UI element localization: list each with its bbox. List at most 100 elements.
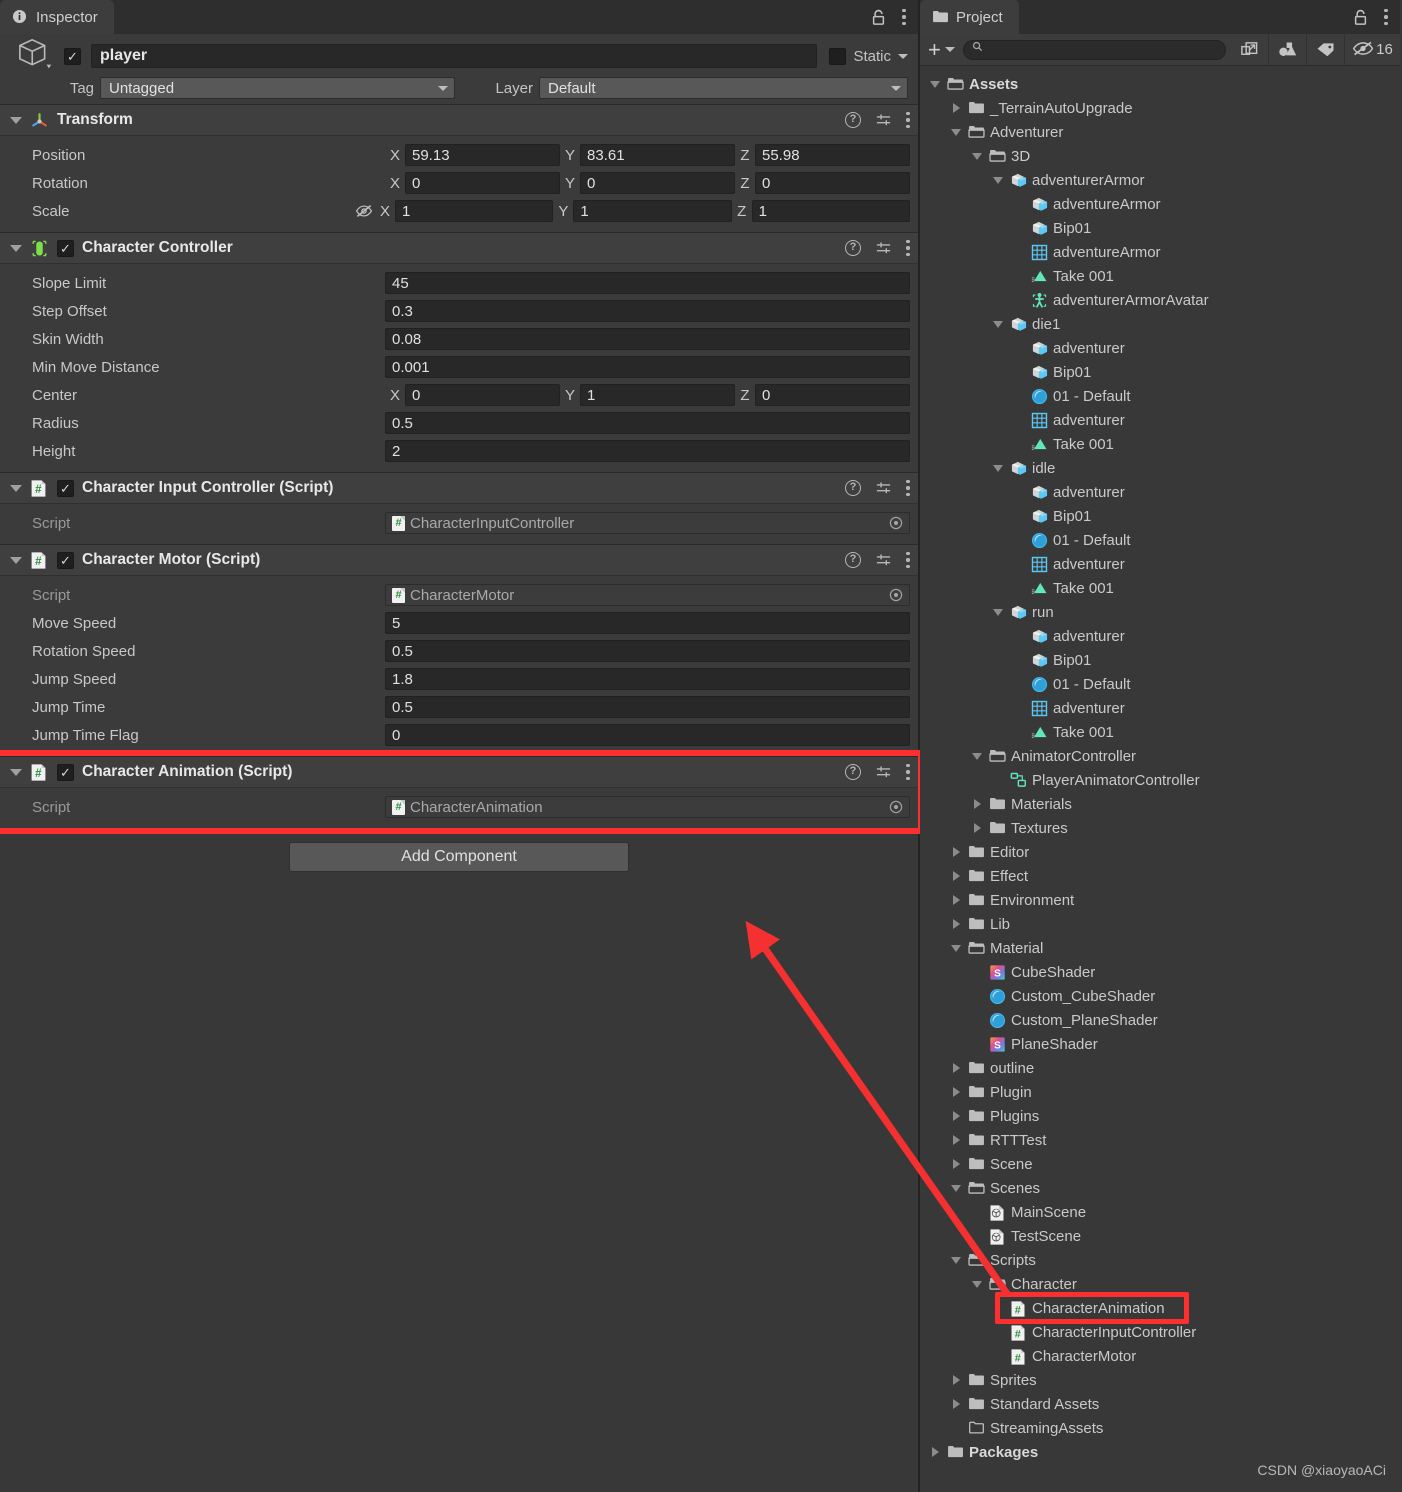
- text-field[interactable]: 0.08: [385, 328, 910, 350]
- field-x[interactable]: 0: [405, 172, 560, 194]
- collapse-arrow-down-icon[interactable]: [928, 80, 942, 88]
- tree-item[interactable]: Editor: [920, 840, 1400, 864]
- component-header-character-controller[interactable]: ✓ Character Controller?: [0, 232, 918, 264]
- tree-item[interactable]: Bip01: [920, 504, 1400, 528]
- collapse-arrow-down-icon[interactable]: [970, 1280, 984, 1288]
- tree-item[interactable]: MainScene: [920, 1200, 1400, 1224]
- scale-lock-off-icon[interactable]: [353, 204, 375, 218]
- tree-item[interactable]: die1: [920, 312, 1400, 336]
- lock-icon[interactable]: [871, 9, 888, 26]
- tree-item[interactable]: Scene: [920, 1152, 1400, 1176]
- field-x[interactable]: 59.13: [405, 144, 560, 166]
- tree-item[interactable]: Assets: [920, 72, 1400, 96]
- collapse-arrow-down-icon[interactable]: [991, 608, 1005, 616]
- search-input[interactable]: [962, 39, 1226, 60]
- expand-arrow-right-icon[interactable]: [949, 1135, 963, 1145]
- expand-arrow-right-icon[interactable]: [928, 1447, 942, 1457]
- kebab-menu-icon[interactable]: [906, 763, 910, 781]
- tree-item[interactable]: adventurer: [920, 552, 1400, 576]
- expand-arrow-right-icon[interactable]: [949, 1375, 963, 1385]
- tree-item[interactable]: Custom_CubeShader: [920, 984, 1400, 1008]
- tree-item[interactable]: Material: [920, 936, 1400, 960]
- expand-arrow-right-icon[interactable]: [949, 895, 963, 905]
- tree-item[interactable]: S CubeShader: [920, 960, 1400, 984]
- object-field[interactable]: # CharacterInputController: [385, 512, 910, 534]
- tree-item[interactable]: 01 - Default: [920, 672, 1400, 696]
- hidden-assets-count[interactable]: 16: [1344, 33, 1400, 66]
- component-enabled-checkbox[interactable]: ✓: [57, 479, 74, 497]
- gameobject-enabled-checkbox[interactable]: ✓: [64, 47, 81, 65]
- component-header-character-motor[interactable]: # ✓ Character Motor (Script)?: [0, 544, 918, 576]
- tree-item[interactable]: Environment: [920, 888, 1400, 912]
- tree-item[interactable]: Effect: [920, 864, 1400, 888]
- tree-item[interactable]: Take 001: [920, 576, 1400, 600]
- object-picker-icon[interactable]: [889, 588, 903, 602]
- tree-item[interactable]: outline: [920, 1056, 1400, 1080]
- tree-item[interactable]: adventureArmor: [920, 192, 1400, 216]
- tag-filter-icon[interactable]: [1306, 33, 1344, 66]
- text-field[interactable]: 0: [385, 724, 910, 746]
- collapse-arrow-down-icon[interactable]: [991, 464, 1005, 472]
- text-field[interactable]: 0.5: [385, 696, 910, 718]
- preset-settings-icon[interactable]: [875, 112, 892, 128]
- collapse-arrow-down-icon[interactable]: [949, 128, 963, 136]
- text-field[interactable]: 2: [385, 440, 910, 462]
- tree-item[interactable]: adventurer: [920, 624, 1400, 648]
- field-y[interactable]: 83.61: [580, 144, 735, 166]
- lock-icon[interactable]: [1353, 9, 1370, 26]
- tree-item[interactable]: # CharacterMotor: [920, 1344, 1400, 1368]
- foldout-arrow-down-icon[interactable]: [10, 484, 22, 492]
- expand-arrow-right-icon[interactable]: [949, 103, 963, 113]
- help-icon[interactable]: ?: [845, 764, 861, 780]
- help-icon[interactable]: ?: [845, 480, 861, 496]
- open-in-new-window-icon[interactable]: [1230, 34, 1268, 66]
- tree-item[interactable]: run: [920, 600, 1400, 624]
- kebab-menu-icon[interactable]: [1384, 8, 1388, 26]
- object-field[interactable]: # CharacterAnimation: [385, 796, 910, 818]
- object-field[interactable]: # CharacterMotor: [385, 584, 910, 606]
- expand-arrow-right-icon[interactable]: [949, 847, 963, 857]
- add-component-button[interactable]: Add Component: [289, 842, 629, 872]
- kebab-menu-icon[interactable]: [906, 239, 910, 257]
- preset-settings-icon[interactable]: [875, 764, 892, 780]
- foldout-arrow-down-icon[interactable]: [10, 116, 22, 124]
- tree-item[interactable]: StreamingAssets: [920, 1416, 1400, 1440]
- object-picker-icon[interactable]: [889, 516, 903, 530]
- collapse-arrow-down-icon[interactable]: [970, 752, 984, 760]
- foldout-arrow-down-icon[interactable]: [10, 768, 22, 776]
- tree-item[interactable]: adventurerArmor: [920, 168, 1400, 192]
- field-y[interactable]: 1: [580, 384, 735, 406]
- collapse-arrow-down-icon[interactable]: [970, 152, 984, 160]
- tree-item[interactable]: adventureArmor: [920, 240, 1400, 264]
- preset-settings-icon[interactable]: [875, 240, 892, 256]
- tree-item[interactable]: Bip01: [920, 648, 1400, 672]
- preset-settings-icon[interactable]: [875, 480, 892, 496]
- expand-arrow-right-icon[interactable]: [949, 1087, 963, 1097]
- expand-arrow-right-icon[interactable]: [970, 823, 984, 833]
- tree-item[interactable]: Materials: [920, 792, 1400, 816]
- tree-item[interactable]: Plugins: [920, 1104, 1400, 1128]
- text-field[interactable]: 5: [385, 612, 910, 634]
- tree-item[interactable]: Scenes: [920, 1176, 1400, 1200]
- collapse-arrow-down-icon[interactable]: [949, 1256, 963, 1264]
- tree-item[interactable]: adventurer: [920, 480, 1400, 504]
- collapse-arrow-down-icon[interactable]: [991, 320, 1005, 328]
- expand-arrow-right-icon[interactable]: [949, 1111, 963, 1121]
- expand-arrow-right-icon[interactable]: [949, 871, 963, 881]
- field-z[interactable]: 1: [751, 200, 910, 222]
- field-z[interactable]: 0: [755, 384, 910, 406]
- field-y[interactable]: 0: [580, 172, 735, 194]
- layer-dropdown[interactable]: Default: [539, 77, 908, 99]
- tree-item[interactable]: Character: [920, 1272, 1400, 1296]
- tree-item[interactable]: Scripts: [920, 1248, 1400, 1272]
- collapse-arrow-down-icon[interactable]: [949, 1184, 963, 1192]
- collapse-arrow-down-icon[interactable]: [949, 944, 963, 952]
- tree-item[interactable]: adventurer: [920, 408, 1400, 432]
- foldout-arrow-down-icon[interactable]: [10, 244, 22, 252]
- tree-item[interactable]: Plugin: [920, 1080, 1400, 1104]
- component-header-character-input-controller[interactable]: # ✓ Character Input Controller (Script)?: [0, 472, 918, 504]
- tree-item[interactable]: 01 - Default: [920, 528, 1400, 552]
- tree-item[interactable]: Bip01: [920, 360, 1400, 384]
- tag-dropdown[interactable]: Untagged: [100, 77, 455, 99]
- field-z[interactable]: 0: [755, 172, 910, 194]
